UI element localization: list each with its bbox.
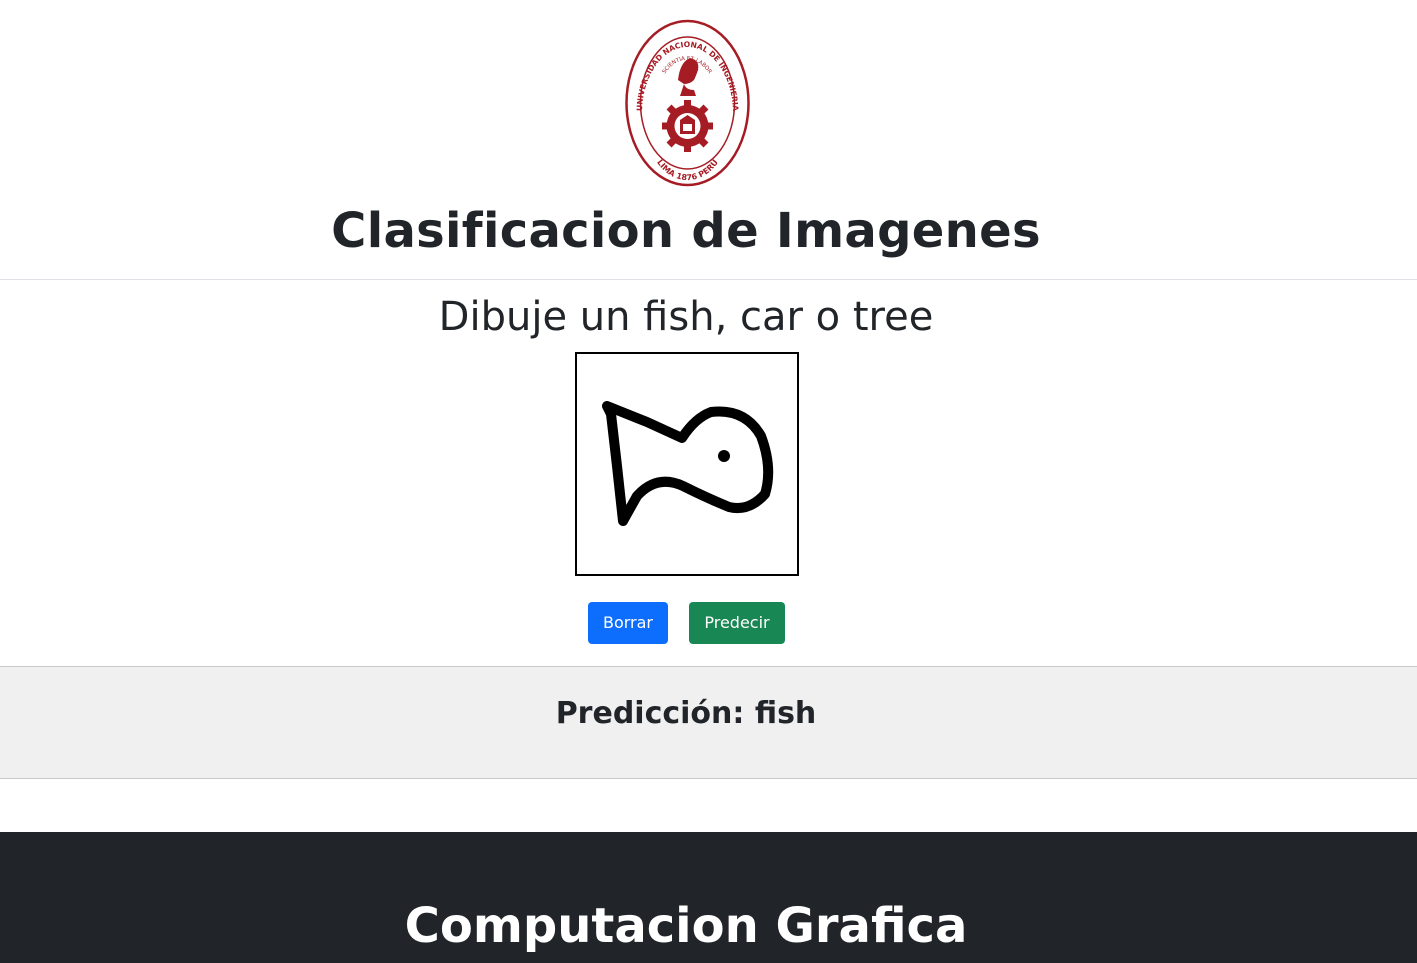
university-seal-logo: UNIVERSIDAD NACIONAL DE INGENIERIA SCIEN…	[624, 18, 751, 188]
predict-button[interactable]: Predecir	[689, 602, 785, 644]
prediction-panel: Predicción: fish	[0, 666, 1417, 779]
page-footer: Computacion Grafica	[0, 832, 1417, 963]
fish-eye-dot	[718, 450, 730, 462]
clear-button[interactable]: Borrar	[588, 602, 668, 644]
drawing-instructions: Dibuje un fish, car o tree	[438, 294, 934, 340]
page-title: Clasificacion de Imagenes	[331, 203, 1041, 259]
drawing-canvas[interactable]	[575, 352, 799, 576]
fish-drawing-stroke	[602, 401, 774, 526]
footer-title: Computacion Grafica	[404, 898, 968, 954]
page: UNIVERSIDAD NACIONAL DE INGENIERIA SCIEN…	[0, 0, 1417, 963]
page-header: UNIVERSIDAD NACIONAL DE INGENIERIA SCIEN…	[0, 0, 1417, 280]
prediction-result: Predicción: fish	[555, 696, 817, 731]
